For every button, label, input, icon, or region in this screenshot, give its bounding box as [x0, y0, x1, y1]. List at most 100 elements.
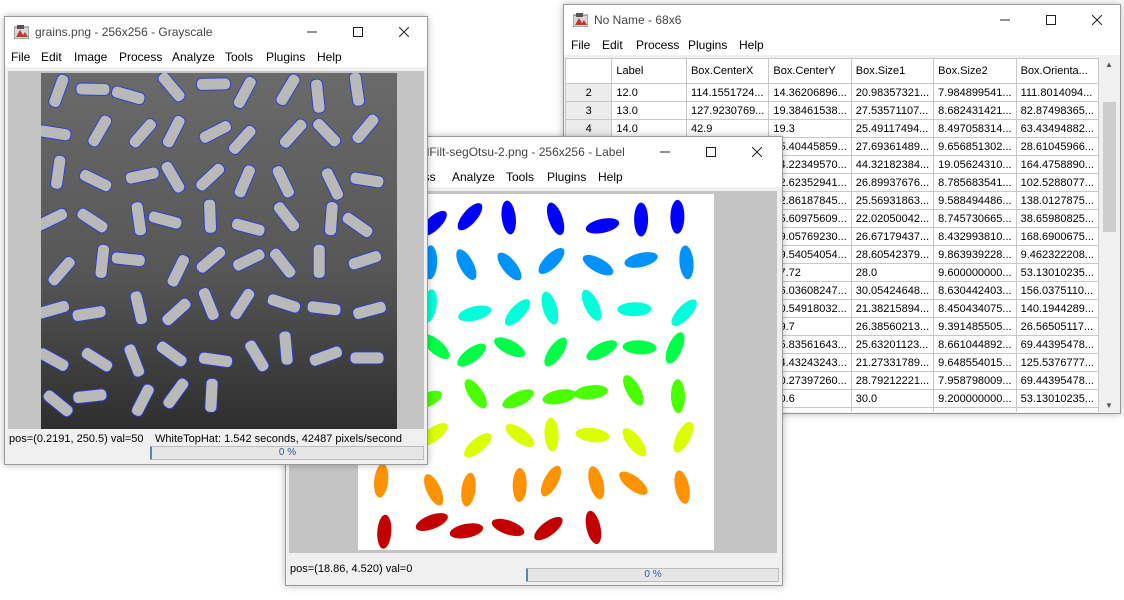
column-header[interactable]: Box.CenterX: [685, 58, 770, 84]
table-cell[interactable]: 63.43494882...: [1015, 119, 1099, 138]
table-cell[interactable]: 8.497058314...: [933, 119, 1017, 138]
table-cell[interactable]: 74.05460409...: [1015, 407, 1099, 412]
table-row[interactable]: 2 12.0 114.1551724... 14.36206896... 20.9835…: [565, 83, 1099, 102]
column-header[interactable]: Box.Orienta...: [1015, 58, 1099, 84]
minimize-icon[interactable]: [642, 137, 688, 167]
minimize-icon[interactable]: [982, 5, 1028, 35]
menu-tools[interactable]: Tools: [225, 50, 253, 64]
table-cell[interactable]: 19.38461538...: [768, 101, 852, 120]
table-cell[interactable]: 138.0127875...: [1015, 191, 1099, 210]
table-cell[interactable]: 9.600000000...: [933, 263, 1017, 282]
table-cell[interactable]: 53.13010235...: [1015, 263, 1099, 282]
table-cell[interactable]: 25.54906489...: [850, 407, 935, 412]
table-cell[interactable]: 26.67179437...: [850, 227, 935, 246]
row-header[interactable]: 4: [565, 119, 613, 138]
table-cell[interactable]: 53.13010235...: [1015, 389, 1099, 408]
table-titlebar[interactable]: No Name - 68x6: [564, 5, 1120, 35]
table-cell[interactable]: 14.36206896...: [768, 83, 852, 102]
scroll-down-icon[interactable]: ▼: [1105, 401, 1113, 410]
table-cell[interactable]: 28.61045966...: [1015, 137, 1099, 156]
menu-plugins[interactable]: Plugins: [688, 38, 727, 52]
table-cell[interactable]: 19.3: [768, 119, 852, 138]
table-cell[interactable]: 69.44395478...: [1015, 371, 1099, 390]
vertical-scrollbar[interactable]: ▲ ▼: [1101, 58, 1118, 412]
table-cell[interactable]: 8.653715528...: [933, 407, 1017, 412]
menu-file[interactable]: File: [571, 38, 590, 52]
table-cell[interactable]: 9.648554015...: [933, 353, 1017, 372]
table-cell[interactable]: 28.60542379...: [850, 245, 935, 264]
grains-titlebar[interactable]: grains.png - 256x256 - Grayscale: [5, 17, 427, 47]
table-cell[interactable]: 30.05424648...: [850, 281, 935, 300]
grains-image[interactable]: [41, 73, 397, 429]
table-cell[interactable]: 7.958798009...: [933, 371, 1017, 390]
close-icon[interactable]: [381, 17, 427, 47]
table-cell[interactable]: 19.05624310...: [933, 155, 1017, 174]
minimize-icon[interactable]: [289, 17, 335, 47]
column-header[interactable]: Box.Size1: [850, 58, 935, 84]
table-cell[interactable]: 127.9230769...: [685, 101, 770, 120]
scroll-up-icon[interactable]: ▲: [1105, 60, 1113, 69]
table-cell[interactable]: 125.5376777...: [1015, 353, 1099, 372]
table-cell[interactable]: 111.8014094...: [1015, 83, 1099, 102]
table-cell[interactable]: 82.87498365...: [1015, 101, 1099, 120]
menu-help[interactable]: Help: [598, 170, 623, 184]
table-cell[interactable]: 8.661044892...: [933, 335, 1017, 354]
row-header[interactable]: 2: [565, 83, 613, 102]
table-cell[interactable]: 20.98357321...: [850, 83, 935, 102]
table-cell[interactable]: 14.0: [611, 119, 687, 138]
menu-file[interactable]: File: [11, 50, 30, 64]
menu-help[interactable]: Help: [317, 50, 342, 64]
table-cell[interactable]: 8.450434075...: [933, 299, 1017, 318]
table-cell[interactable]: 22.02050042...: [850, 209, 935, 228]
menu-edit[interactable]: Edit: [602, 38, 623, 52]
table-cell[interactable]: 156.0375110...: [1015, 281, 1099, 300]
table-cell[interactable]: 28.0: [850, 263, 935, 282]
table-cell[interactable]: 8.745730665...: [933, 209, 1017, 228]
table-cell[interactable]: 25.63201123...: [850, 335, 935, 354]
column-header[interactable]: Box.CenterY: [768, 58, 852, 84]
table-cell[interactable]: 9.588494486...: [933, 191, 1017, 210]
table-row[interactable]: 4 14.0 42.9 19.3 25.49117494... 8.497058314..…: [565, 119, 1099, 138]
column-header[interactable]: Label: [611, 58, 687, 84]
menu-edit[interactable]: Edit: [41, 50, 62, 64]
table-cell[interactable]: 9.200000000...: [933, 389, 1017, 408]
maximize-icon[interactable]: [688, 137, 734, 167]
table-cell[interactable]: 44.32182384...: [850, 155, 935, 174]
maximize-icon[interactable]: [1028, 5, 1074, 35]
table-cell[interactable]: 26.89937676...: [850, 173, 935, 192]
scroll-thumb[interactable]: [1103, 102, 1116, 232]
menu-process[interactable]: Process: [119, 50, 162, 64]
close-icon[interactable]: [734, 137, 780, 167]
table-cell[interactable]: 164.4758890...: [1015, 155, 1099, 174]
table-cell[interactable]: 8.785683541...: [933, 173, 1017, 192]
table-cell[interactable]: 27.53571107...: [850, 101, 935, 120]
maximize-icon[interactable]: [335, 17, 381, 47]
table-cell[interactable]: 21.38215894...: [850, 299, 935, 318]
table-cell[interactable]: 8.682431421...: [933, 101, 1017, 120]
table-cell[interactable]: 13.0: [611, 101, 687, 120]
table-cell[interactable]: 25.49117494...: [850, 119, 935, 138]
menu-image[interactable]: Image: [74, 50, 107, 64]
menu-plugins[interactable]: Plugins: [547, 170, 586, 184]
menu-analyze[interactable]: Analyze: [452, 170, 495, 184]
table-cell[interactable]: 114.1551724...: [685, 83, 770, 102]
table-cell[interactable]: 9.462322208...: [1015, 245, 1099, 264]
column-header[interactable]: Box.Size2: [933, 58, 1017, 84]
table-cell[interactable]: 8.432993810...: [933, 227, 1017, 246]
table-cell[interactable]: 102.5288077...: [1015, 173, 1099, 192]
menu-help[interactable]: Help: [739, 38, 764, 52]
table-cell[interactable]: 27.69361489...: [850, 137, 935, 156]
table-cell[interactable]: 8.630442403...: [933, 281, 1017, 300]
table-cell[interactable]: 140.1944289...: [1015, 299, 1099, 318]
table-cell[interactable]: 25.56931863...: [850, 191, 935, 210]
table-cell[interactable]: 42.9: [685, 119, 770, 138]
table-cell[interactable]: 21.27331789...: [850, 353, 935, 372]
table-cell[interactable]: 168.6900675...: [1015, 227, 1099, 246]
menu-tools[interactable]: Tools: [506, 170, 534, 184]
row-header[interactable]: 3: [565, 101, 613, 120]
table-cell[interactable]: 12.0: [611, 83, 687, 102]
table-cell[interactable]: 69.44395478...: [1015, 335, 1099, 354]
table-cell[interactable]: 26.38560213...: [850, 317, 935, 336]
close-icon[interactable]: [1074, 5, 1120, 35]
table-cell[interactable]: 26.56505117...: [1015, 317, 1099, 336]
